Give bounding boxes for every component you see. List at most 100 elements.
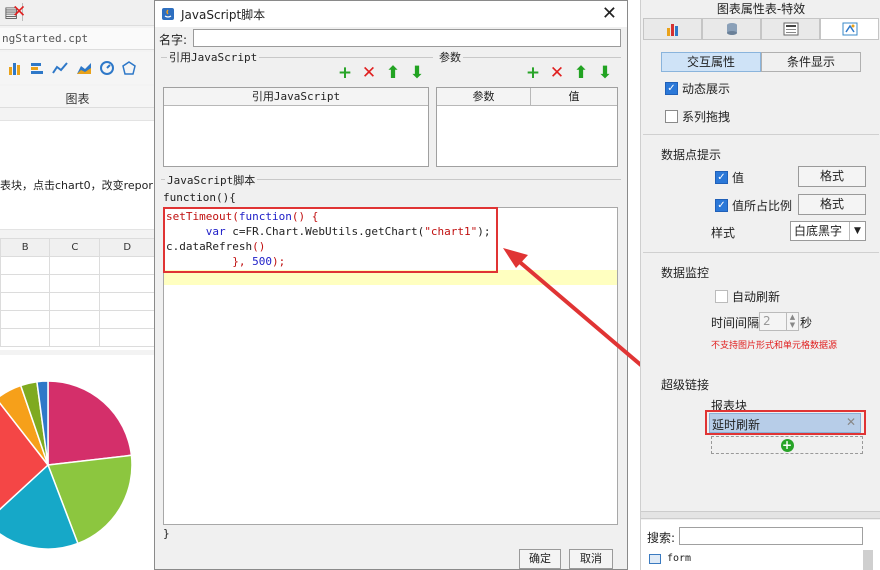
name-label: 名字: [159, 32, 188, 47]
params-table[interactable]: 参数 值 [436, 87, 618, 167]
script-section-label: JavaScript脚本 [165, 172, 258, 188]
code-highlight-box [163, 207, 498, 273]
tooltip-section-label: 数据点提示 [661, 148, 722, 162]
interval-label: 时间间隔 [711, 316, 760, 330]
grid-cell[interactable] [99, 274, 155, 293]
tree-scrollbar[interactable] [863, 550, 873, 570]
grid-cell[interactable] [0, 310, 51, 329]
chevron-down-icon[interactable]: ▼ [849, 222, 865, 240]
value-checkbox[interactable]: ✓ 值 [715, 169, 744, 186]
param-down-icon[interactable]: ⬇ [595, 65, 615, 82]
tree-item-form[interactable]: form [667, 553, 691, 564]
tab-interaction-properties[interactable]: 交互属性 [661, 52, 761, 72]
grid-cell[interactable] [99, 328, 155, 347]
col-header-c[interactable]: C [49, 238, 101, 257]
stepper-arrows-icon[interactable]: ▲ ▼ [786, 313, 798, 330]
value-column-header: 值 [531, 88, 617, 106]
divider [643, 252, 879, 253]
panel-title: 图表属性表-特效 [716, 2, 806, 16]
dialog-title: JavaScript脚本 [181, 7, 266, 22]
javascript-dialog: JavaScript脚本 ✕ 名字: 引用JavaScript 参数 + ✕ ⬆… [154, 0, 628, 570]
percent-checkbox[interactable]: ✓ 值所占比例 [715, 197, 792, 214]
col-header-d[interactable]: D [99, 238, 155, 257]
percent-format-button[interactable]: 格式 [798, 194, 866, 215]
grid-cell[interactable] [0, 292, 51, 311]
name-row: 名字: [155, 29, 187, 49]
grid-cell[interactable] [0, 274, 51, 293]
move-up-icon[interactable]: ⬆ [383, 65, 403, 82]
checkbox-empty [665, 110, 678, 123]
tab-style[interactable] [761, 18, 820, 40]
tab-chart-type[interactable] [643, 18, 702, 40]
report-description: 表块，点击chart0，改变repor [0, 120, 155, 230]
form-icon [649, 554, 661, 564]
interaction-segmented-tabs: 交互属性 条件显示 [661, 52, 861, 72]
add-link-button[interactable]: + [711, 436, 863, 454]
delete-icon[interactable]: ✕ [12, 2, 26, 22]
move-down-icon[interactable]: ⬇ [407, 65, 427, 82]
ref-js-column-header: 引用JavaScript [164, 88, 428, 106]
name-input[interactable] [193, 29, 621, 47]
chart-section-label: 图表 [0, 86, 155, 108]
gauge-icon[interactable] [100, 61, 114, 75]
ok-button[interactable]: 确定 [519, 549, 561, 569]
auto-refresh-checkbox[interactable]: 自动刷新 [715, 288, 780, 305]
dialog-titlebar: JavaScript脚本 [155, 1, 627, 27]
horizontal-bar-icon[interactable] [30, 61, 44, 75]
area-chart-icon[interactable] [76, 61, 92, 75]
interval-stepper[interactable]: 2 ▲ ▼ [759, 312, 799, 331]
add-circle-icon: + [780, 437, 794, 452]
database-icon [726, 23, 737, 35]
grid-cell[interactable] [49, 292, 101, 311]
value-format-button[interactable]: 格式 [798, 166, 866, 187]
grid-cell[interactable] [99, 256, 155, 275]
add-icon[interactable]: + [335, 65, 355, 82]
tab-data[interactable] [702, 18, 761, 40]
chart-type-icon [666, 24, 678, 36]
grid-cell[interactable] [0, 328, 51, 347]
file-tab[interactable]: ngStarted.cpt [0, 28, 155, 50]
report-grid: BCD [0, 238, 155, 350]
tab-effects[interactable] [820, 18, 879, 40]
tab-condition-display[interactable]: 条件显示 [761, 52, 861, 72]
ref-js-table[interactable]: 引用JavaScript [163, 87, 429, 167]
grid-cell[interactable] [0, 256, 51, 275]
ref-js-section-label: 引用JavaScript [167, 49, 260, 65]
pie-chart [0, 380, 133, 550]
warning-text: 不支持图片形式和单元格数据源 [711, 341, 838, 351]
dynamic-show-checkbox[interactable]: ✓ 动态展示 [665, 80, 730, 97]
checkbox-empty [715, 290, 728, 303]
search-input[interactable] [679, 527, 863, 545]
grid-cell[interactable] [49, 310, 101, 329]
hyperlink-section-label: 超级链接 [661, 378, 710, 392]
chart-properties-panel: 图表属性表-特效 交互属性 条件显示 ✓ 动态展示 系列拖拽 数据点提示 ✓ 值 格… [640, 0, 880, 570]
param-up-icon[interactable]: ⬆ [571, 65, 591, 82]
pie-chart-preview[interactable] [0, 355, 155, 570]
radar-icon[interactable] [122, 61, 136, 75]
grid-cell[interactable] [49, 274, 101, 293]
grid-cell[interactable] [49, 256, 101, 275]
seconds-label: 秒 [800, 316, 813, 330]
designer-toolbar: ▤ ✕ [0, 0, 155, 26]
style-select[interactable]: 白底黑字 ▼ [790, 221, 866, 241]
remove-icon[interactable]: ✕ [359, 65, 379, 82]
add-param-icon[interactable]: + [523, 65, 543, 82]
cancel-button[interactable]: 取消 [569, 549, 613, 569]
col-header-b[interactable]: B [0, 238, 51, 257]
background-designer-window: ▤ ✕ ngStarted.cpt 图表 表块，点击chart0，改变repor… [0, 0, 155, 570]
interval-value: 2 [763, 314, 771, 328]
style-icon [783, 22, 798, 36]
series-drag-checkbox[interactable]: 系列拖拽 [665, 108, 730, 125]
grid-cell[interactable] [99, 292, 155, 311]
remove-param-icon[interactable]: ✕ [547, 65, 567, 82]
bar-chart-icon[interactable] [8, 61, 22, 75]
check-icon: ✓ [715, 199, 728, 212]
panel-splitter[interactable] [641, 511, 880, 519]
style-select-value: 白底黑字 [794, 224, 843, 238]
pie-slice[interactable] [47, 380, 133, 466]
function-close: } [163, 527, 170, 540]
grid-cell[interactable] [99, 310, 155, 329]
close-icon[interactable]: ✕ [602, 3, 617, 24]
grid-cell[interactable] [49, 328, 101, 347]
line-chart-icon[interactable] [52, 61, 68, 75]
